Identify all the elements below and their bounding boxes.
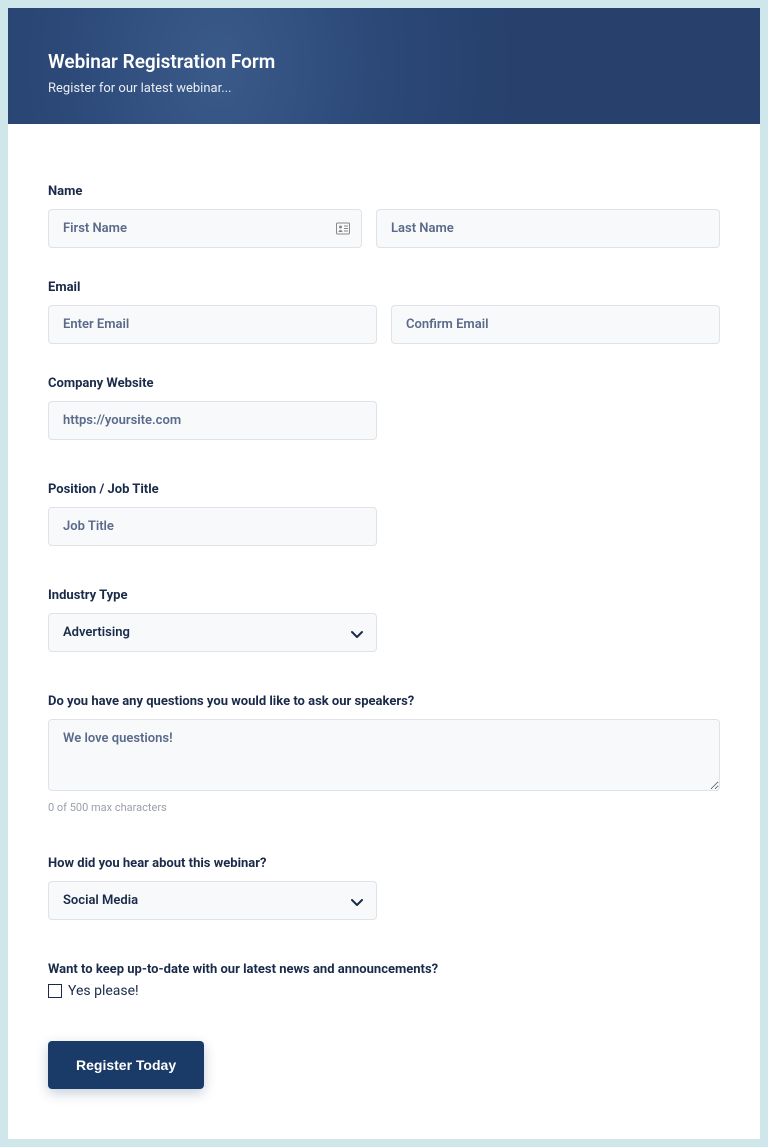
subscribe-label: Want to keep up-to-date with our latest …	[48, 962, 720, 977]
page-container: Webinar Registration Form Register for o…	[8, 8, 760, 1139]
confirm-email-input[interactable]	[391, 305, 720, 344]
email-label: Email	[48, 280, 720, 295]
subscribe-option-label: Yes please!	[68, 983, 139, 999]
industry-select[interactable]: Advertising	[48, 613, 377, 652]
name-label: Name	[48, 184, 720, 199]
email-group: Email	[48, 280, 720, 344]
position-input[interactable]	[48, 507, 377, 546]
website-label: Company Website	[48, 376, 720, 391]
subscribe-group: Want to keep up-to-date with our latest …	[48, 962, 720, 999]
form-header: Webinar Registration Form Register for o…	[8, 8, 760, 124]
questions-textarea[interactable]	[48, 719, 720, 791]
questions-hint: 0 of 500 max characters	[48, 801, 720, 814]
hear-group: How did you hear about this webinar? Soc…	[48, 856, 720, 920]
position-group: Position / Job Title	[48, 482, 720, 546]
industry-group: Industry Type Advertising	[48, 588, 720, 652]
subscribe-checkbox[interactable]	[48, 984, 62, 998]
name-group: Name	[48, 184, 720, 248]
hear-label: How did you hear about this webinar?	[48, 856, 720, 871]
website-group: Company Website	[48, 376, 720, 440]
website-input[interactable]	[48, 401, 377, 440]
questions-group: Do you have any questions you would like…	[48, 694, 720, 814]
last-name-input[interactable]	[376, 209, 720, 248]
form-body: Name Email Company Website	[8, 124, 760, 1139]
questions-label: Do you have any questions you would like…	[48, 694, 720, 709]
industry-label: Industry Type	[48, 588, 720, 603]
hear-select[interactable]: Social Media	[48, 881, 377, 920]
form-subtitle: Register for our latest webinar...	[48, 81, 720, 96]
register-button[interactable]: Register Today	[48, 1041, 204, 1089]
email-input[interactable]	[48, 305, 377, 344]
form-title: Webinar Registration Form	[48, 50, 720, 73]
first-name-input[interactable]	[48, 209, 362, 248]
position-label: Position / Job Title	[48, 482, 720, 497]
